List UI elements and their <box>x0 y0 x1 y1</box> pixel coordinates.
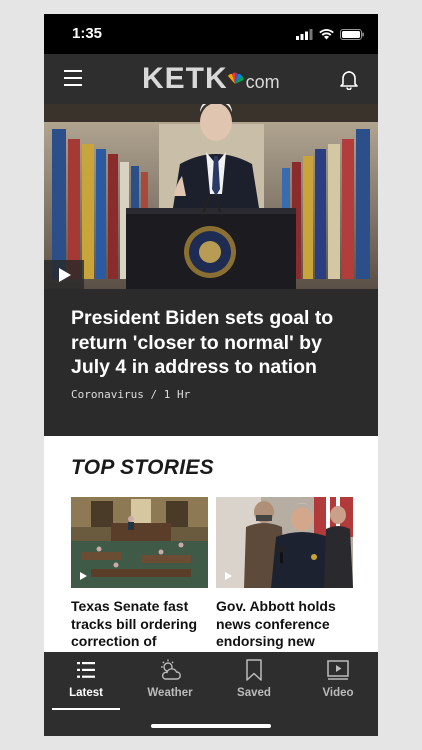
status-bar: 1:35 <box>44 14 378 54</box>
peacock-icon <box>227 72 244 84</box>
top-stories-section: TOP STORIES Texas Senate fast tracks bil… <box>44 436 378 654</box>
phone-screen: 1:35 KETK com President Biden sets goal … <box>44 14 378 736</box>
status-time: 1:35 <box>72 25 103 42</box>
hero-image[interactable] <box>44 104 378 289</box>
home-indicator[interactable] <box>151 724 271 728</box>
video-icon <box>327 660 349 680</box>
story-card[interactable]: Gov. Abbott holds news conference endors… <box>216 497 353 651</box>
play-icon <box>225 572 232 580</box>
play-icon <box>80 572 87 580</box>
station-logo[interactable]: KETK com <box>142 62 280 95</box>
tab-saved[interactable]: Saved <box>212 658 296 708</box>
hero-headline[interactable]: President Biden sets goal to return 'clo… <box>71 306 361 380</box>
story-thumbnail[interactable] <box>71 497 208 588</box>
notification-bell-icon[interactable] <box>338 68 360 91</box>
story-title[interactable]: Gov. Abbott holds news conference endors… <box>216 598 353 651</box>
hero-photo <box>44 104 378 289</box>
tab-weather[interactable]: Weather <box>128 658 212 708</box>
press-conference-photo <box>216 497 353 588</box>
senate-chamber-photo <box>71 497 208 588</box>
story-title[interactable]: Texas Senate fast tracks bill ordering c… <box>71 598 208 651</box>
hero-story[interactable]: President Biden sets goal to return 'clo… <box>44 104 378 449</box>
tab-label: Saved <box>237 687 271 699</box>
story-card[interactable]: Texas Senate fast tracks bill ordering c… <box>71 497 208 651</box>
tab-label: Weather <box>147 687 193 699</box>
tab-label: Video <box>322 687 354 699</box>
wifi-icon <box>319 28 334 39</box>
app-bar: KETK com <box>44 54 378 104</box>
play-icon[interactable] <box>44 260 84 289</box>
bookmark-icon <box>246 659 262 681</box>
battery-icon <box>340 28 364 40</box>
tab-latest[interactable]: Latest <box>44 658 128 710</box>
section-title: TOP STORIES <box>71 456 214 479</box>
logo-text: KETK <box>142 62 228 95</box>
story-thumbnail[interactable] <box>216 497 353 588</box>
active-tab-indicator <box>52 708 120 710</box>
weather-icon <box>161 659 181 680</box>
hero-meta: Coronavirus / 1 Hr <box>71 388 191 401</box>
hamburger-menu-icon[interactable] <box>64 70 82 86</box>
tab-label: Latest <box>69 687 103 699</box>
list-icon <box>77 662 95 678</box>
status-icons <box>296 27 364 41</box>
tab-video[interactable]: Video <box>296 658 378 708</box>
tab-bar: Latest Weather Saved Video <box>44 652 378 736</box>
signal-icon <box>296 28 313 40</box>
logo-suffix: com <box>245 72 280 92</box>
